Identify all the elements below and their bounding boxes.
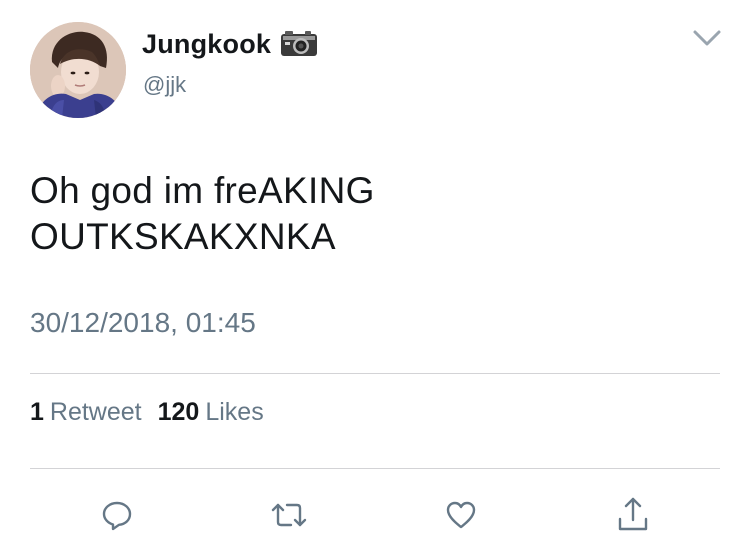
divider	[30, 373, 720, 374]
avatar[interactable]	[30, 22, 126, 118]
retweets-count: 1	[30, 398, 44, 426]
tweet-detail: Jungkook @jjk Oh god im freAKING OUTKSKA…	[0, 0, 750, 556]
camera-icon	[279, 28, 319, 60]
retweet-button[interactable]	[264, 490, 314, 540]
retweets-label: Retweet	[49, 398, 142, 426]
retweets-stat[interactable]: 1 Retweet	[30, 398, 142, 427]
share-button[interactable]	[608, 490, 658, 540]
likes-count: 120	[157, 398, 200, 426]
speech-bubble-icon	[102, 501, 132, 531]
author-row: Jungkook	[142, 28, 319, 60]
tweet-actions	[0, 490, 750, 540]
tweet-text: Oh god im freAKING OUTKSKAKXNKA	[30, 170, 375, 257]
avatar-photo	[30, 22, 126, 118]
chevron-down-icon[interactable]	[690, 24, 724, 52]
retweet-arrows-icon	[271, 503, 307, 527]
tweet-timestamp[interactable]: 30/12/2018, 01:45	[30, 307, 256, 339]
heart-outline-icon	[446, 501, 476, 529]
like-button[interactable]	[436, 490, 486, 540]
reply-button[interactable]	[92, 490, 142, 540]
share-upload-icon	[618, 497, 648, 531]
author-handle[interactable]: @jjk	[143, 72, 186, 98]
display-name[interactable]: Jungkook	[142, 29, 271, 60]
likes-stat[interactable]: 120 Likes	[158, 398, 264, 427]
divider	[30, 468, 720, 469]
likes-label: Likes	[205, 398, 264, 426]
tweet-stats: 1 Retweet 120 Likes	[30, 398, 280, 427]
